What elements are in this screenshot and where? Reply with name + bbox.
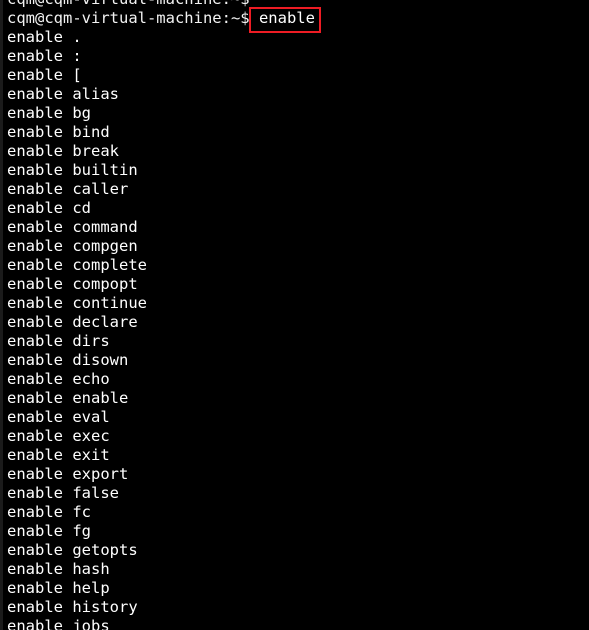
terminal-output-line: enable help	[7, 579, 110, 597]
terminal-line-previous-prompt: cqm@cqm-virtual-machine:~$	[7, 0, 589, 9]
terminal-output-line: enable bg	[7, 104, 91, 122]
terminal-output-line: enable [	[7, 66, 82, 84]
terminal-output-line: enable fc	[7, 503, 91, 521]
terminal-output-line: enable history	[7, 598, 138, 616]
shell-prompt: cqm@cqm-virtual-machine:~$	[7, 9, 259, 27]
terminal-output-line: enable bind	[7, 123, 110, 141]
terminal-output-line: enable complete	[7, 256, 147, 274]
terminal-output-line: enable command	[7, 218, 138, 236]
terminal-output-line: enable exit	[7, 446, 110, 464]
terminal-output-line: enable fg	[7, 522, 91, 540]
terminal-output-line: enable break	[7, 142, 119, 160]
terminal-output-line: enable hash	[7, 560, 110, 578]
terminal-left-edge	[0, 0, 3, 630]
terminal-output-line: enable jobs	[7, 617, 110, 630]
terminal-screen[interactable]: cqm@cqm-virtual-machine:~$ cqm@cqm-virtu…	[0, 0, 589, 630]
terminal-window[interactable]: cqm@cqm-virtual-machine:~$ cqm@cqm-virtu…	[0, 0, 589, 630]
terminal-output-line: enable declare	[7, 313, 138, 331]
terminal-scrollback-viewport: cqm@cqm-virtual-machine:~$ cqm@cqm-virtu…	[7, 0, 589, 630]
terminal-output-line: enable enable	[7, 389, 129, 407]
terminal-output-line: enable export	[7, 465, 129, 483]
terminal-output-line: enable echo	[7, 370, 110, 388]
terminal-line-command[interactable]: cqm@cqm-virtual-machine:~$ enable	[7, 9, 589, 28]
terminal-output-line: enable alias	[7, 85, 119, 103]
terminal-output-line: enable cd	[7, 199, 91, 217]
terminal-output-line: enable false	[7, 484, 119, 502]
terminal-output-line: enable getopts	[7, 541, 138, 559]
terminal-output-line: enable disown	[7, 351, 129, 369]
terminal-output-line: enable eval	[7, 408, 110, 426]
terminal-output-line: enable caller	[7, 180, 129, 198]
terminal-output-line: enable continue	[7, 294, 147, 312]
terminal-output-line: enable builtin	[7, 161, 138, 179]
terminal-output-line: enable compgen	[7, 237, 138, 255]
typed-command[interactable]: enable	[259, 9, 315, 27]
terminal-output-line: enable :	[7, 47, 82, 65]
terminal-output-line: enable compopt	[7, 275, 138, 293]
terminal-output-line: enable dirs	[7, 332, 110, 350]
terminal-output-line: enable .	[7, 28, 82, 46]
terminal-output-line: enable exec	[7, 427, 110, 445]
